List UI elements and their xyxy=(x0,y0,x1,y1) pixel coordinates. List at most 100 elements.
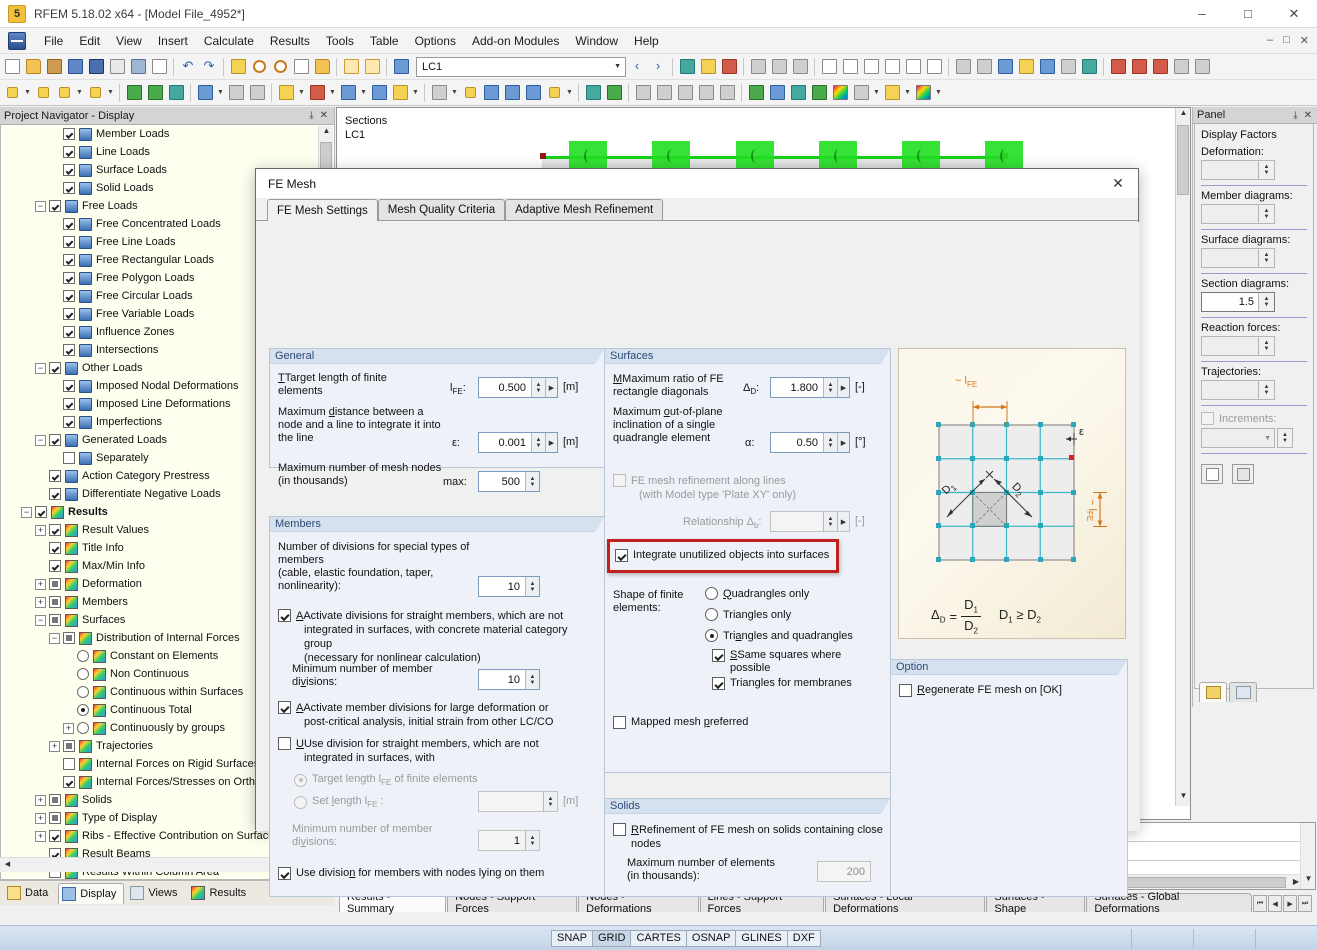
pin-icon[interactable]: ⤓ xyxy=(309,110,313,121)
zoom-all-icon[interactable] xyxy=(270,57,290,77)
save-all-icon[interactable] xyxy=(107,57,127,77)
dimension2-icon[interactable] xyxy=(767,83,787,103)
layers-icon[interactable] xyxy=(882,83,902,103)
trajectories-spinner[interactable]: ▲ ▼ xyxy=(1201,380,1275,400)
tree-expand-icon[interactable]: + xyxy=(35,596,46,608)
fe-mesh-dialog[interactable]: FE Mesh ✕ FE Mesh Settings Mesh Quality … xyxy=(255,168,1140,897)
chevron-down-icon[interactable]: ▼ xyxy=(359,83,368,103)
tab-fe-mesh-settings[interactable]: FE Mesh Settings xyxy=(267,199,378,221)
member-load-icon[interactable] xyxy=(460,83,480,103)
regenerate-mesh-checkbox[interactable]: Regenerate FE mesh on [OK] xyxy=(899,684,1062,697)
tree-checkbox[interactable] xyxy=(49,434,61,446)
menu-item-tools[interactable]: Tools xyxy=(318,31,362,51)
menu-item-addon-modules[interactable]: Add-on Modules xyxy=(464,31,567,51)
max-nodes-input[interactable]: 500 ▲ ▼ xyxy=(478,471,540,492)
nodal-load-icon[interactable] xyxy=(429,83,449,103)
new-node-icon[interactable] xyxy=(2,83,22,103)
new-surface-support-icon[interactable] xyxy=(166,83,186,103)
new-line-icon[interactable] xyxy=(33,83,53,103)
tree-radio[interactable] xyxy=(77,668,89,680)
rotate-icon[interactable] xyxy=(654,83,674,103)
increments-checkbox[interactable] xyxy=(1201,412,1214,425)
imperfection-icon[interactable] xyxy=(544,83,564,103)
chevron-down-icon[interactable]: ▼ xyxy=(934,83,943,103)
tree-checkbox[interactable] xyxy=(63,344,75,356)
chevron-down-icon[interactable]: ▼ xyxy=(1264,435,1271,442)
menu-item-insert[interactable]: Insert xyxy=(150,31,196,51)
tree-radio[interactable] xyxy=(77,722,89,734)
array-icon[interactable] xyxy=(696,83,716,103)
spinner-arrows-icon[interactable]: ▲ ▼ xyxy=(525,472,539,491)
tree-checkbox[interactable] xyxy=(63,452,75,464)
tree-checkbox[interactable] xyxy=(49,200,61,212)
tree-checkbox[interactable] xyxy=(63,776,75,788)
tree-collapse-icon[interactable]: − xyxy=(21,506,32,518)
view-perspective-icon[interactable] xyxy=(1171,57,1191,77)
use-division-checkbox[interactable]: UUse division for straight members, whic… xyxy=(278,737,598,765)
tree-checkbox[interactable] xyxy=(63,632,75,644)
tab-last-button[interactable]: ⏭ xyxy=(1298,895,1313,912)
tree-checkbox[interactable] xyxy=(49,812,61,824)
status-glines[interactable]: GLINES xyxy=(735,929,788,947)
prev-lc-icon[interactable]: ‹ xyxy=(627,57,647,77)
deformation-spinner[interactable]: ▲ ▼ xyxy=(1201,160,1275,180)
chevron-down-icon[interactable]: ▼ xyxy=(23,83,32,103)
triangles-membranes-checkbox[interactable]: Triangles for membranes xyxy=(712,677,852,690)
mdi-restore-button[interactable]: □ xyxy=(1279,34,1294,47)
tree-checkbox[interactable] xyxy=(63,236,75,248)
spinner-arrows-icon[interactable]: ▲ ▼ xyxy=(531,433,545,452)
tree-checkbox[interactable] xyxy=(63,398,75,410)
chevron-down-icon[interactable]: ▼ xyxy=(75,83,84,103)
load-case-combo[interactable]: LC1 ▼ xyxy=(416,56,626,77)
menu-item-table[interactable]: Table xyxy=(362,31,407,51)
tree-expand-icon[interactable]: + xyxy=(35,578,46,590)
special-divisions-input[interactable]: 10 ▲ ▼ xyxy=(478,576,540,597)
radio-triangles-only[interactable]: Triangles only xyxy=(705,608,791,621)
tree-collapse-icon[interactable]: − xyxy=(35,200,46,212)
render-icon[interactable] xyxy=(228,57,248,77)
tree-collapse-icon[interactable]: − xyxy=(35,614,46,626)
display-results-icon[interactable] xyxy=(677,57,697,77)
print-preview-icon[interactable] xyxy=(149,57,169,77)
open-project-icon[interactable] xyxy=(65,57,85,77)
view-top-icon[interactable] xyxy=(1129,57,1149,77)
spinner-arrows-icon[interactable]: ▲ ▼ xyxy=(823,433,837,452)
tab-adaptive-mesh-refinement[interactable]: Adaptive Mesh Refinement xyxy=(505,199,664,220)
tree-checkbox[interactable] xyxy=(63,146,75,158)
new-icon[interactable] xyxy=(2,57,22,77)
new-surface-icon[interactable] xyxy=(276,83,296,103)
tree-expand-icon[interactable]: + xyxy=(35,830,46,842)
radio-target-length[interactable]: Target length lFE of finite elements xyxy=(294,773,478,787)
tree-radio[interactable] xyxy=(77,650,89,662)
section-icon[interactable] xyxy=(748,57,768,77)
guide-object-icon[interactable] xyxy=(746,83,766,103)
maximize-button[interactable]: □ xyxy=(1225,0,1271,28)
solids-refinement-checkbox[interactable]: RRefinement of FE mesh on solids contain… xyxy=(613,823,885,851)
nav-tab-data[interactable]: Data xyxy=(3,883,56,904)
tree-checkbox[interactable] xyxy=(49,596,61,608)
tree-expand-icon[interactable]: + xyxy=(35,524,46,536)
chevron-down-icon[interactable]: ▼ xyxy=(903,83,912,103)
tab-first-button[interactable]: ⏮ xyxy=(1253,895,1268,912)
tree-radio[interactable] xyxy=(77,704,89,716)
info-icon[interactable] xyxy=(1037,57,1057,77)
nav-tab-views[interactable]: Views xyxy=(126,883,185,904)
free-load-icon[interactable] xyxy=(523,83,543,103)
panel-tab-factors[interactable] xyxy=(1199,682,1227,702)
tab-mesh-quality-criteria[interactable]: Mesh Quality Criteria xyxy=(377,199,506,220)
spinner-arrows-icon[interactable]: ▲ ▼ xyxy=(525,577,539,596)
status-grid[interactable]: GRID xyxy=(591,929,632,947)
canvas-vertical-scrollbar[interactable]: ▲ ▼ xyxy=(1175,108,1190,806)
tree-expand-icon[interactable]: + xyxy=(63,722,74,734)
mesh-refinement-lines-checkbox[interactable]: FE mesh refinement along lines (with Mod… xyxy=(613,474,883,502)
tree-checkbox[interactable] xyxy=(63,380,75,392)
tree-checkbox[interactable] xyxy=(63,308,75,320)
tree-expand-icon[interactable]: + xyxy=(35,794,46,806)
reaction-forces-spinner[interactable]: ▲ ▼ xyxy=(1201,336,1275,356)
tree-checkbox[interactable] xyxy=(63,254,75,266)
new-solid-icon[interactable] xyxy=(338,83,358,103)
inclination-input[interactable]: 0.50 ▲ ▼ ▶ xyxy=(770,432,850,453)
tree-checkbox[interactable] xyxy=(49,524,61,536)
save-icon[interactable] xyxy=(86,57,106,77)
tree-checkbox[interactable] xyxy=(49,560,61,572)
